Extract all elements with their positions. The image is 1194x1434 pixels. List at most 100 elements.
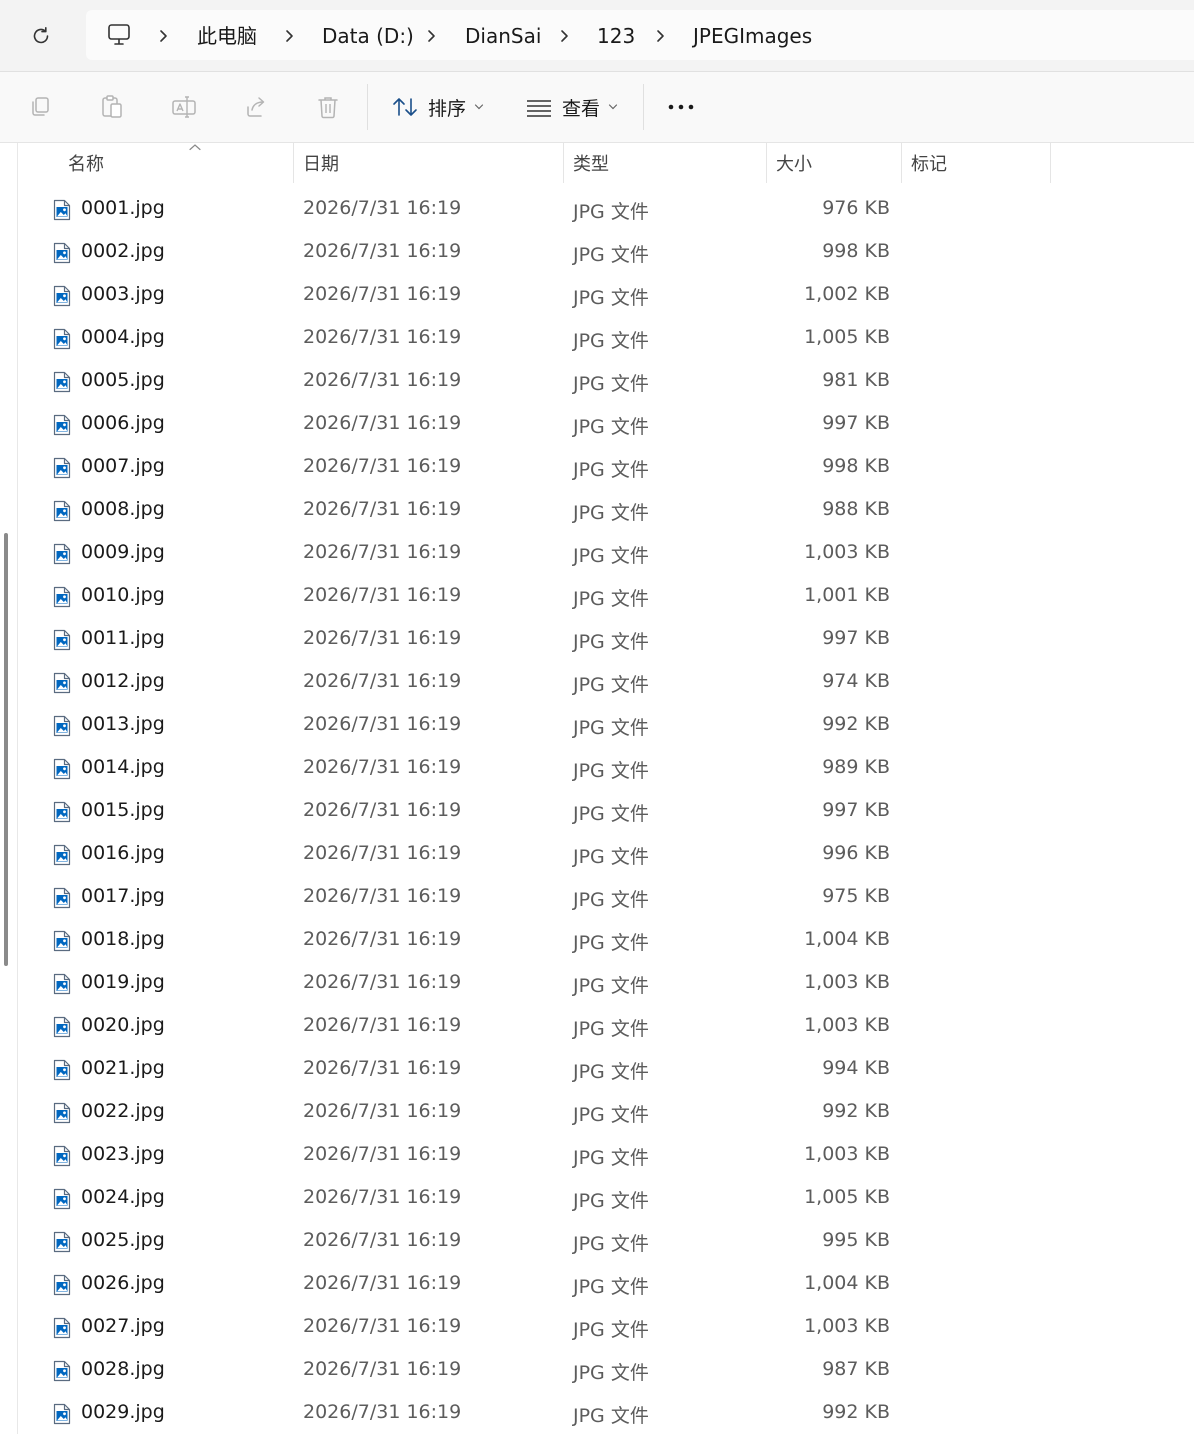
file-name[interactable]: 0029.jpg [81, 1401, 165, 1423]
file-name[interactable]: 0023.jpg [81, 1143, 165, 1165]
breadcrumb-diansai[interactable]: DianSai [465, 23, 541, 49]
paste-button[interactable] [98, 93, 126, 121]
chevron-right-icon[interactable] [158, 26, 170, 46]
file-row[interactable]: 0023.jpg 2026/7/31 16:19 JPG 文件 1,003 KB [18, 1134, 1194, 1177]
file-type: JPG 文件 [573, 889, 649, 911]
file-name[interactable]: 0008.jpg [81, 498, 165, 520]
column-date[interactable]: 日期 [293, 143, 563, 183]
file-name[interactable]: 0020.jpg [81, 1014, 165, 1036]
column-divider[interactable] [1050, 143, 1051, 183]
chevron-right-icon[interactable] [284, 26, 296, 46]
file-name[interactable]: 0017.jpg [81, 885, 165, 907]
breadcrumb-data-drive[interactable]: Data (D:) [322, 23, 414, 49]
file-name[interactable]: 0027.jpg [81, 1315, 165, 1337]
file-name[interactable]: 0011.jpg [81, 627, 165, 649]
breadcrumb-123[interactable]: 123 [597, 23, 635, 49]
file-row[interactable]: 0011.jpg 2026/7/31 16:19 JPG 文件 997 KB [18, 618, 1194, 661]
file-name[interactable]: 0018.jpg [81, 928, 165, 950]
file-name[interactable]: 0025.jpg [81, 1229, 165, 1251]
file-row[interactable]: 0020.jpg 2026/7/31 16:19 JPG 文件 1,003 KB [18, 1005, 1194, 1048]
file-row[interactable]: 0014.jpg 2026/7/31 16:19 JPG 文件 989 KB [18, 747, 1194, 790]
delete-button[interactable] [314, 93, 342, 121]
file-row[interactable]: 0005.jpg 2026/7/31 16:19 JPG 文件 981 KB [18, 360, 1194, 403]
file-row[interactable]: 0001.jpg 2026/7/31 16:19 JPG 文件 976 KB [18, 188, 1194, 231]
file-name[interactable]: 0028.jpg [81, 1358, 165, 1380]
file-name[interactable]: 0024.jpg [81, 1186, 165, 1208]
address-bar[interactable]: 此电脑 Data (D:) DianSai 123 JPEGImages [86, 10, 1194, 60]
file-type: JPG 文件 [573, 846, 649, 868]
chevron-right-icon[interactable] [426, 26, 438, 46]
column-type[interactable]: 类型 [563, 143, 766, 183]
file-row[interactable]: 0012.jpg 2026/7/31 16:19 JPG 文件 974 KB [18, 661, 1194, 704]
file-name[interactable]: 0014.jpg [81, 756, 165, 778]
file-name[interactable]: 0001.jpg [81, 197, 165, 219]
file-row[interactable]: 0016.jpg 2026/7/31 16:19 JPG 文件 996 KB [18, 833, 1194, 876]
file-row[interactable]: 0015.jpg 2026/7/31 16:19 JPG 文件 997 KB [18, 790, 1194, 833]
file-name[interactable]: 0016.jpg [81, 842, 165, 864]
chevron-right-icon[interactable] [559, 26, 571, 46]
file-date: 2026/7/31 16:19 [303, 842, 462, 864]
scrollbar-thumb[interactable] [4, 533, 8, 966]
file-row[interactable]: 0027.jpg 2026/7/31 16:19 JPG 文件 1,003 KB [18, 1306, 1194, 1349]
file-row[interactable]: 0007.jpg 2026/7/31 16:19 JPG 文件 998 KB [18, 446, 1194, 489]
jpg-file-icon [53, 930, 71, 952]
file-type: JPG 文件 [573, 803, 649, 825]
file-row[interactable]: 0003.jpg 2026/7/31 16:19 JPG 文件 1,002 KB [18, 274, 1194, 317]
file-row[interactable]: 0006.jpg 2026/7/31 16:19 JPG 文件 997 KB [18, 403, 1194, 446]
file-name[interactable]: 0012.jpg [81, 670, 165, 692]
file-row[interactable]: 0010.jpg 2026/7/31 16:19 JPG 文件 1,001 KB [18, 575, 1194, 618]
rename-button[interactable] [170, 93, 198, 121]
file-date: 2026/7/31 16:19 [303, 197, 462, 219]
file-name[interactable]: 0013.jpg [81, 713, 165, 735]
file-row[interactable]: 0022.jpg 2026/7/31 16:19 JPG 文件 992 KB [18, 1091, 1194, 1134]
file-row[interactable]: 0029.jpg 2026/7/31 16:19 JPG 文件 992 KB [18, 1392, 1194, 1434]
file-row[interactable]: 0018.jpg 2026/7/31 16:19 JPG 文件 1,004 KB [18, 919, 1194, 962]
file-row[interactable]: 0004.jpg 2026/7/31 16:19 JPG 文件 1,005 KB [18, 317, 1194, 360]
file-name[interactable]: 0015.jpg [81, 799, 165, 821]
file-row[interactable]: 0013.jpg 2026/7/31 16:19 JPG 文件 992 KB [18, 704, 1194, 747]
file-name[interactable]: 0007.jpg [81, 455, 165, 477]
this-pc-icon[interactable] [106, 22, 132, 48]
file-size: 992 KB [822, 1401, 890, 1423]
jpg-file-icon [53, 414, 71, 436]
file-name[interactable]: 0003.jpg [81, 283, 165, 305]
file-size: 998 KB [822, 240, 890, 262]
file-size: 994 KB [822, 1057, 890, 1079]
chevron-right-icon[interactable] [655, 26, 667, 46]
file-row[interactable]: 0017.jpg 2026/7/31 16:19 JPG 文件 975 KB [18, 876, 1194, 919]
file-row[interactable]: 0025.jpg 2026/7/31 16:19 JPG 文件 995 KB [18, 1220, 1194, 1263]
sort-ascending-icon [189, 144, 201, 151]
file-row[interactable]: 0019.jpg 2026/7/31 16:19 JPG 文件 1,003 KB [18, 962, 1194, 1005]
file-name[interactable]: 0026.jpg [81, 1272, 165, 1294]
file-name[interactable]: 0010.jpg [81, 584, 165, 606]
copy-button[interactable] [26, 93, 54, 121]
file-row[interactable]: 0026.jpg 2026/7/31 16:19 JPG 文件 1,004 KB [18, 1263, 1194, 1306]
breadcrumb-jpegimages[interactable]: JPEGImages [693, 23, 812, 49]
file-name[interactable]: 0022.jpg [81, 1100, 165, 1122]
file-row[interactable]: 0024.jpg 2026/7/31 16:19 JPG 文件 1,005 KB [18, 1177, 1194, 1220]
file-row[interactable]: 0008.jpg 2026/7/31 16:19 JPG 文件 988 KB [18, 489, 1194, 532]
column-tags[interactable]: 标记 [901, 143, 1050, 183]
file-size: 997 KB [822, 412, 890, 434]
file-row[interactable]: 0028.jpg 2026/7/31 16:19 JPG 文件 987 KB [18, 1349, 1194, 1392]
vertical-scrollbar[interactable] [0, 143, 17, 1434]
file-name[interactable]: 0005.jpg [81, 369, 165, 391]
file-row[interactable]: 0009.jpg 2026/7/31 16:19 JPG 文件 1,003 KB [18, 532, 1194, 575]
column-size[interactable]: 大小 [766, 143, 901, 183]
file-row[interactable]: 0021.jpg 2026/7/31 16:19 JPG 文件 994 KB [18, 1048, 1194, 1091]
column-name[interactable]: 名称 [58, 143, 293, 183]
file-name[interactable]: 0006.jpg [81, 412, 165, 434]
file-name[interactable]: 0009.jpg [81, 541, 165, 563]
file-name[interactable]: 0004.jpg [81, 326, 165, 348]
file-row[interactable]: 0002.jpg 2026/7/31 16:19 JPG 文件 998 KB [18, 231, 1194, 274]
refresh-button[interactable] [22, 18, 60, 54]
file-name[interactable]: 0019.jpg [81, 971, 165, 993]
breadcrumb-this-pc[interactable]: 此电脑 [197, 23, 257, 49]
file-name[interactable]: 0021.jpg [81, 1057, 165, 1079]
more-options-button[interactable] [664, 92, 698, 122]
view-button[interactable]: 查看 [526, 88, 618, 126]
file-name[interactable]: 0002.jpg [81, 240, 165, 262]
sort-button[interactable]: 排序 [392, 88, 484, 126]
share-button[interactable] [242, 93, 270, 121]
jpg-file-icon [53, 758, 71, 780]
